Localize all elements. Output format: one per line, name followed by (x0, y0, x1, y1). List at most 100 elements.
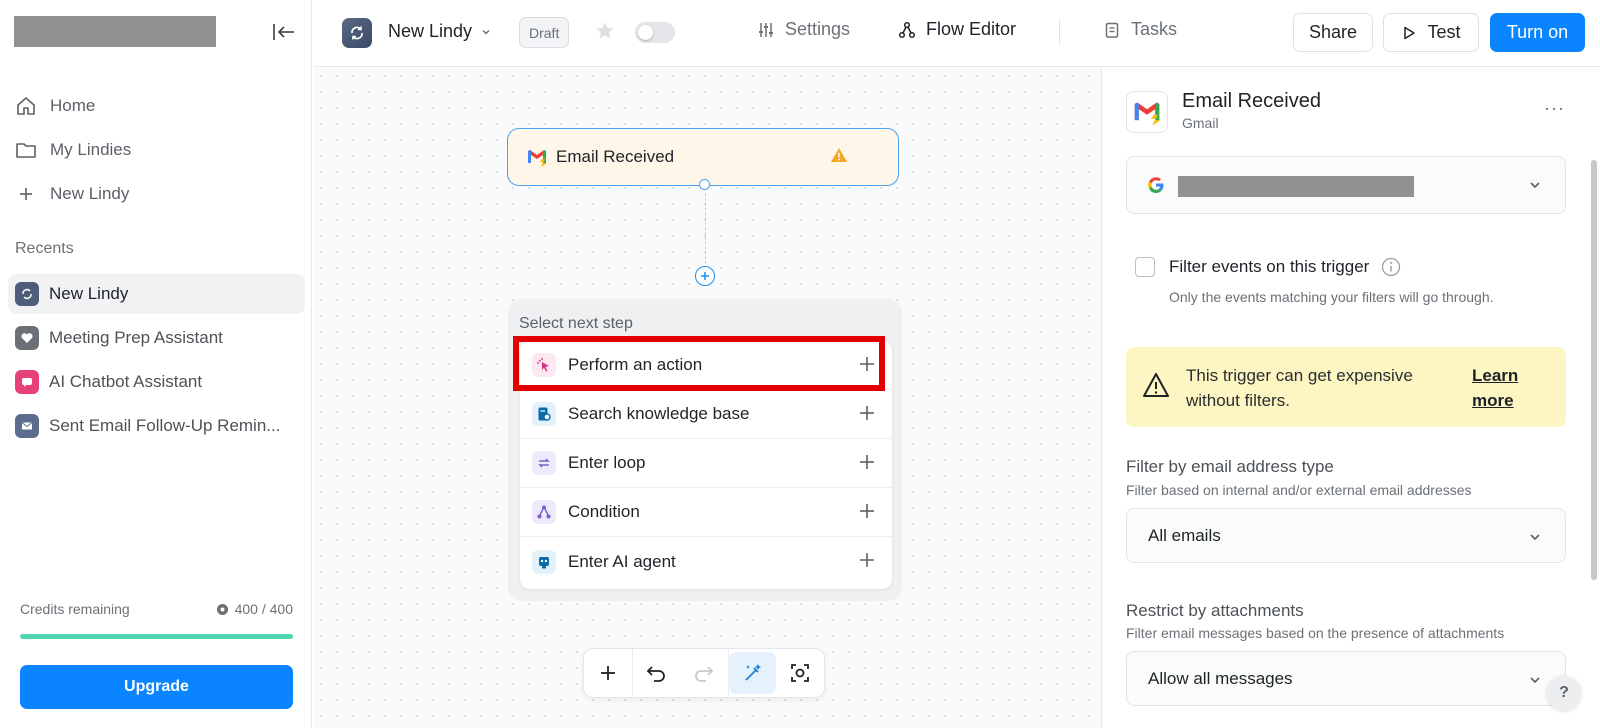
plus-icon (858, 502, 876, 520)
chat-icon (15, 370, 39, 394)
attachments-select[interactable]: Allow all messages (1126, 651, 1566, 706)
attachments-description: Filter email messages based on the prese… (1126, 625, 1505, 641)
nav-label: New Lindy (50, 184, 130, 203)
trigger-config-panel: Email Received Gmail ··· Filter events o… (1101, 68, 1600, 728)
credits-row: Credits remaining 400 / 400 (20, 601, 293, 617)
filter-events-label-wrap: Filter events on this trigger (1169, 257, 1401, 277)
tab-label: Settings (785, 19, 851, 39)
step-label: Perform an action (568, 355, 703, 374)
filter-events-checkbox[interactable] (1135, 257, 1155, 277)
tab-label: Tasks (1131, 19, 1178, 39)
chevron-down-icon (1527, 672, 1543, 688)
filter-events-label: Filter events on this trigger (1169, 257, 1370, 276)
test-button[interactable]: Test (1383, 13, 1479, 52)
account-select[interactable] (1126, 156, 1566, 214)
select-step-title: Select next step (519, 315, 633, 332)
recent-label: Sent Email Follow-Up Remin... (49, 416, 281, 435)
address-type-description: Filter based on internal and/or external… (1126, 482, 1472, 498)
step-condition[interactable]: Condition (520, 488, 892, 537)
recent-label: Meeting Prep Assistant (49, 328, 223, 347)
recent-label: AI Chatbot Assistant (49, 372, 203, 391)
address-type-select[interactable]: All emails (1126, 508, 1566, 563)
step-label: Search knowledge base (568, 404, 750, 423)
auto-tidy-button[interactable] (728, 652, 777, 694)
add-step-plus-icon[interactable] (695, 266, 715, 286)
clipboard-icon (1103, 21, 1121, 39)
credits-value: 400 / 400 (234, 601, 293, 617)
step-enter-loop[interactable]: Enter loop (520, 439, 892, 488)
step-perform-action[interactable]: Perform an action (520, 341, 892, 390)
filter-events-description: Only the events matching your filters wi… (1169, 289, 1494, 305)
flow-canvas[interactable]: Email Received Select next step Perform … (313, 68, 1101, 728)
tab-settings[interactable]: Settings (757, 19, 850, 40)
nav-new-lindy[interactable]: New Lindy (14, 174, 129, 214)
collapse-sidebar-icon[interactable] (270, 20, 298, 44)
panel-title: Email Received (1182, 90, 1321, 112)
trigger-label: Email Received (556, 147, 675, 166)
star-icon[interactable] (594, 20, 616, 42)
expense-warning: This trigger can get expensive without f… (1126, 347, 1566, 427)
folder-icon (14, 138, 38, 162)
recent-item-new-lindy[interactable]: New Lindy (8, 274, 305, 314)
enable-toggle[interactable] (635, 22, 675, 43)
sliders-icon (757, 21, 775, 39)
step-label: Enter AI agent (568, 551, 676, 571)
step-list: Perform an action Search knowledge base (520, 341, 892, 589)
trigger-node-email-received[interactable]: Email Received (507, 128, 899, 186)
add-node-button[interactable] (584, 652, 632, 694)
google-icon (1146, 175, 1166, 195)
turn-on-button[interactable]: Turn on (1490, 13, 1585, 52)
recent-item-ai-chatbot[interactable]: AI Chatbot Assistant (8, 362, 305, 402)
credits-progress-fill (20, 634, 293, 639)
warning-text: This trigger can get expensive without f… (1186, 366, 1413, 410)
step-search-knowledge-base[interactable]: Search knowledge base (520, 390, 892, 439)
info-icon[interactable] (1381, 257, 1401, 277)
plus-icon (858, 404, 876, 422)
undo-button[interactable] (633, 652, 681, 694)
tab-tasks[interactable]: Tasks (1103, 19, 1177, 40)
cursor-click-icon (532, 353, 556, 377)
warning-icon (830, 147, 848, 163)
nav-label: My Lindies (50, 140, 132, 159)
lindy-icon (15, 282, 39, 306)
step-label: Condition (568, 502, 640, 521)
upgrade-button[interactable]: Upgrade (20, 665, 293, 709)
address-type-value: All emails (1148, 525, 1221, 545)
chevron-down-icon (480, 26, 492, 38)
status-badge: Draft (519, 17, 570, 48)
recent-item-follow-up[interactable]: Sent Email Follow-Up Remin... (8, 406, 305, 446)
gmail-icon (1126, 91, 1168, 133)
share-button[interactable]: Share (1293, 13, 1373, 52)
mail-icon (15, 414, 39, 438)
select-next-step-panel: Select next step Perform an action Searc… (508, 299, 902, 601)
fit-view-button[interactable] (776, 652, 824, 694)
nav-my-lindies[interactable]: My Lindies (14, 130, 131, 170)
more-options-icon[interactable]: ··· (1544, 98, 1565, 119)
attachments-value: Allow all messages (1148, 668, 1293, 688)
chevron-down-icon (1527, 529, 1543, 545)
agent-title-dropdown[interactable]: New Lindy (388, 21, 492, 42)
credits-label: Credits remaining (20, 601, 130, 617)
canvas-toolbar (583, 648, 825, 698)
learn-more-link[interactable]: Learn more (1472, 363, 1532, 413)
top-bar: New Lindy Draft Settings Flow Editor Tas… (313, 0, 1600, 67)
redo-button[interactable] (680, 652, 728, 694)
panel-subtitle: Gmail (1182, 115, 1219, 131)
step-enter-ai-agent[interactable]: Enter AI agent (520, 537, 892, 586)
help-button[interactable]: ? (1547, 676, 1581, 710)
toggle-knob (638, 25, 653, 40)
node-output-handle[interactable] (699, 179, 710, 190)
tab-flow-editor[interactable]: Flow Editor (898, 19, 1016, 40)
flow-icon (898, 21, 916, 39)
chevron-down-icon (1527, 177, 1543, 193)
workspace-logo[interactable] (14, 16, 216, 47)
tab-label: Flow Editor (926, 19, 1017, 39)
account-redacted (1178, 176, 1414, 197)
step-label: Enter loop (568, 453, 646, 472)
nav-home[interactable]: Home (14, 86, 95, 126)
recent-item-meeting-prep[interactable]: Meeting Prep Assistant (8, 318, 305, 358)
home-icon (14, 94, 38, 118)
warning-icon (1142, 372, 1170, 398)
panel-scrollbar[interactable] (1591, 160, 1597, 580)
heart-icon (15, 326, 39, 350)
